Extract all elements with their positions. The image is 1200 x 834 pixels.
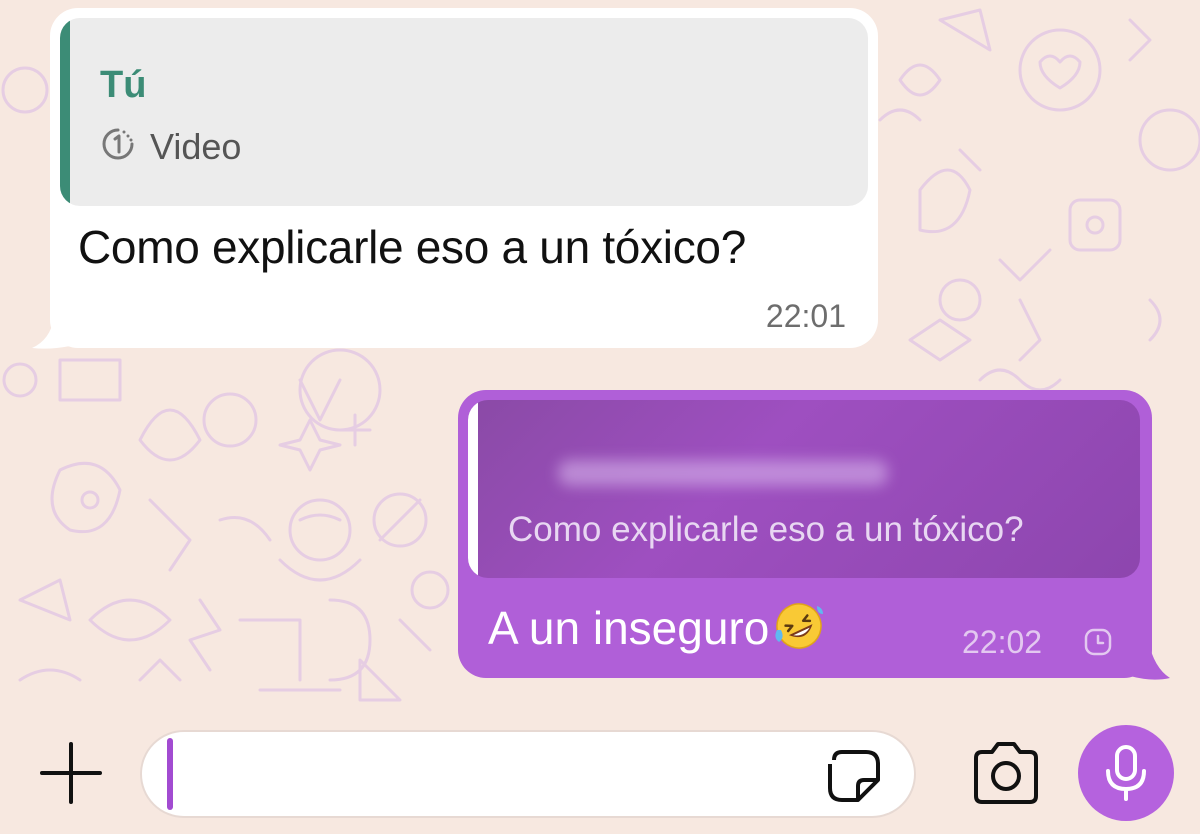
message-text: Como explicarle eso a un tóxico?	[78, 221, 746, 273]
quote-accent-bar	[468, 400, 478, 578]
microphone-icon	[1106, 745, 1146, 801]
rolling-on-floor-laughing-emoji-icon	[775, 603, 824, 649]
redacted-sender-name	[558, 460, 888, 486]
sticker-icon[interactable]	[824, 746, 884, 806]
quote-text: Como explicarle eso a un tóxico?	[508, 510, 1024, 549]
microphone-button[interactable]	[1078, 725, 1174, 821]
view-once-icon	[102, 128, 134, 160]
camera-icon[interactable]	[968, 738, 1044, 808]
outgoing-message-bubble[interactable]: Como explicarle eso a un tóxico? A un in…	[458, 390, 1152, 678]
message-text: A un inseguro	[488, 602, 770, 654]
quoted-message[interactable]: Tú Video	[60, 18, 868, 206]
text-cursor	[167, 738, 173, 810]
quoted-message[interactable]: Como explicarle eso a un tóxico?	[468, 400, 1140, 578]
message-timestamp: 22:02	[962, 624, 1043, 660]
incoming-message-bubble[interactable]: Tú Video Como explicarle eso a un tóxico…	[50, 8, 878, 348]
quote-sender: Tú	[100, 64, 147, 106]
message-text-row: A un inseguro	[488, 600, 825, 655]
quote-accent-bar	[60, 18, 70, 206]
message-timestamp: 22:01	[765, 298, 846, 334]
clock-pending-icon	[1084, 628, 1112, 656]
plus-icon[interactable]	[38, 740, 104, 806]
message-input[interactable]	[140, 730, 916, 818]
quote-media-kind: Video	[150, 126, 242, 167]
